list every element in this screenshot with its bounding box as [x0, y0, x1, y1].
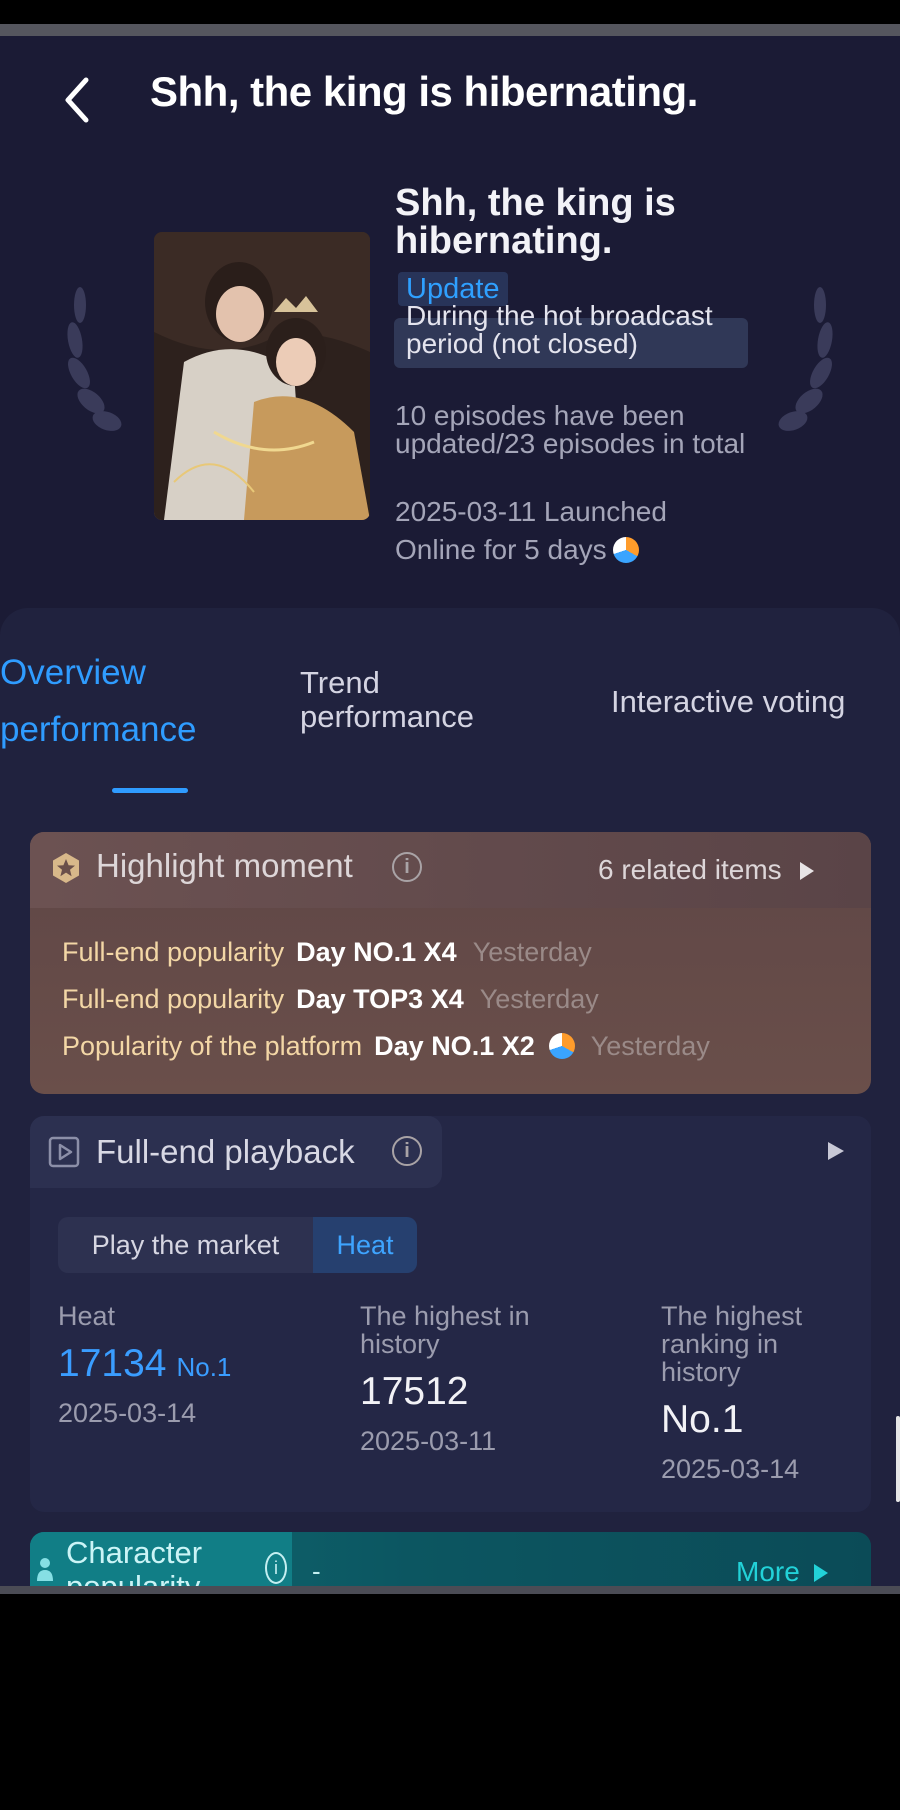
character-popularity-title: Character popularity	[66, 1535, 203, 1587]
more-link[interactable]: More	[736, 1556, 828, 1586]
scrollbar[interactable]	[896, 1416, 900, 1502]
more-label: More	[736, 1556, 800, 1586]
person-icon	[37, 1558, 53, 1581]
character-dash: -	[312, 1556, 321, 1586]
chevron-right-icon	[813, 1564, 828, 1582]
bottom-divider	[0, 1586, 900, 1594]
clip-area: Character popularity i - More	[0, 0, 900, 1586]
bottom-area	[0, 1594, 900, 1810]
info-icon[interactable]: i	[265, 1552, 287, 1584]
